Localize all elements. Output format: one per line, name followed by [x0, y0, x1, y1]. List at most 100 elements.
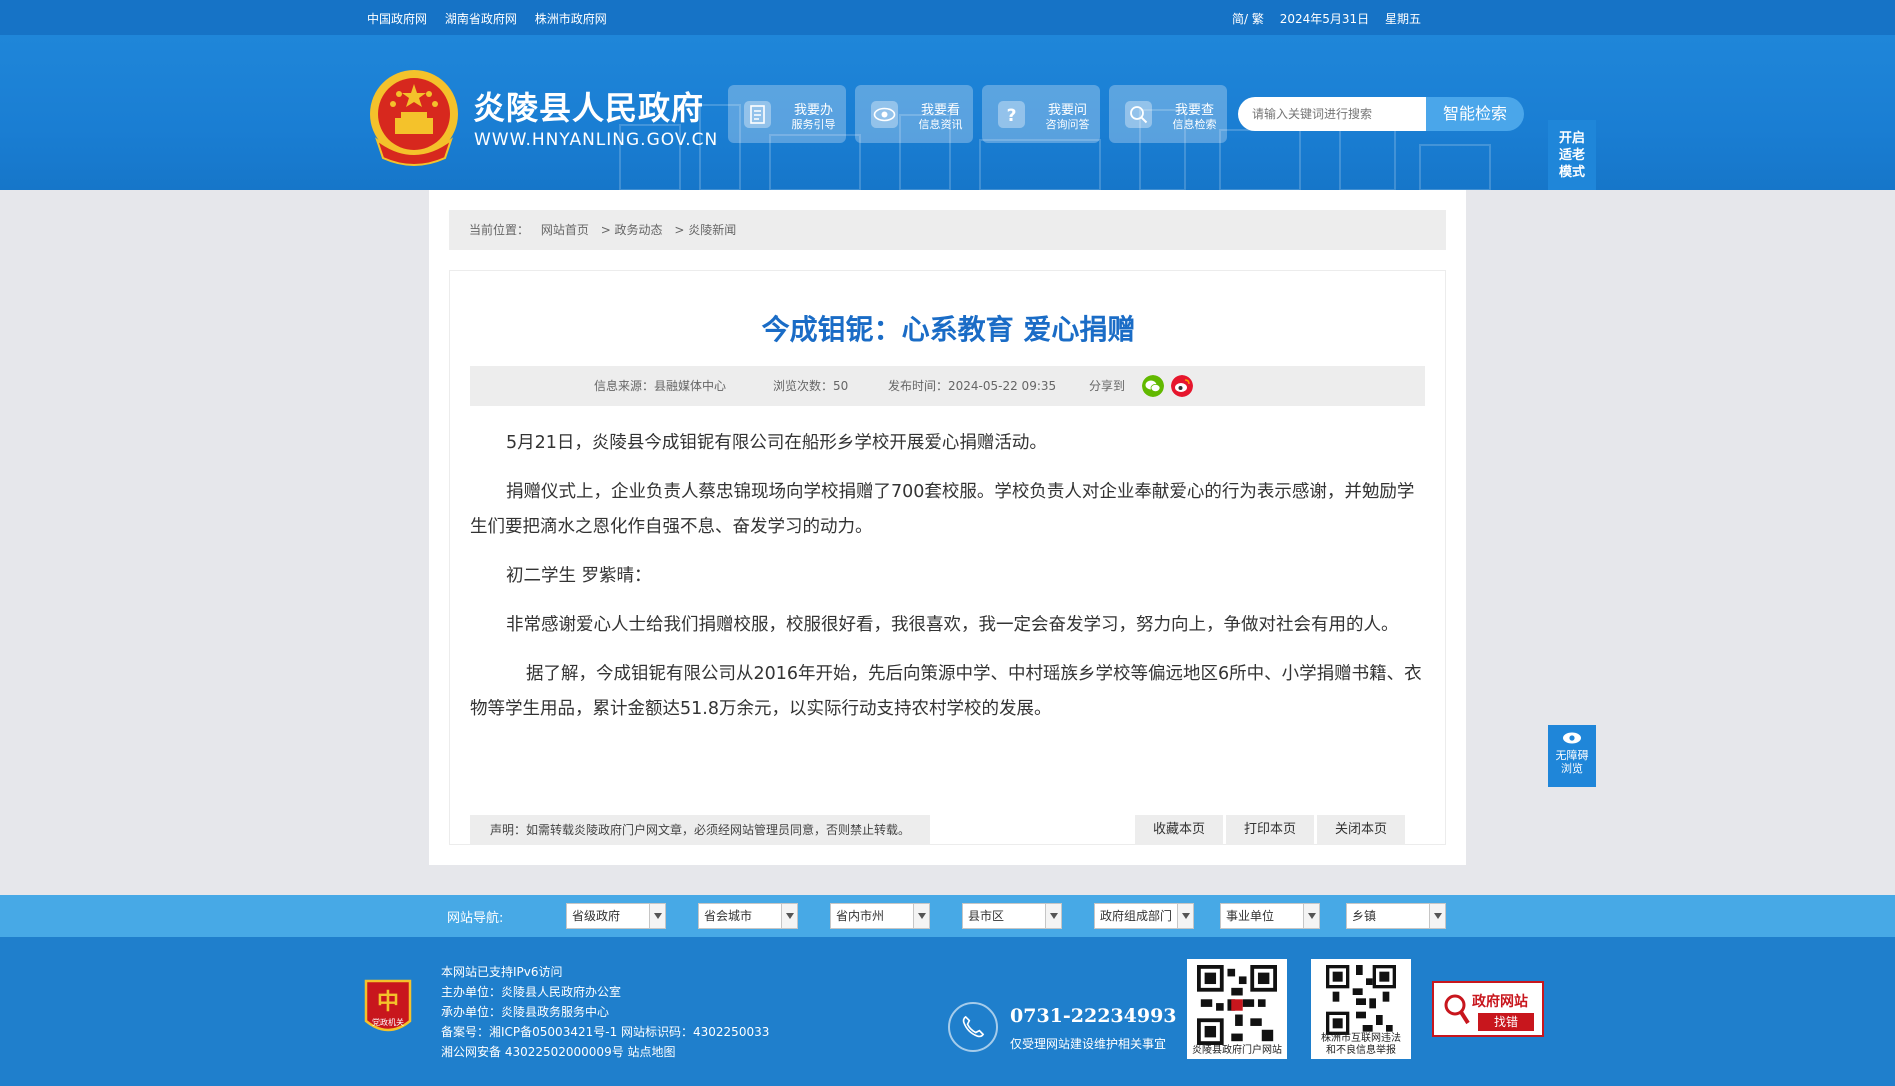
phone-icon [948, 1002, 998, 1052]
footer-info: 本网站已支持IPv6访问 主办单位：炎陵县人民政府办公室 承办单位：炎陵县政务服… [441, 962, 769, 1062]
main-panel: 当前位置： 网站首页 > 政务动态 > 炎陵新闻 今成钼铌：心系教育 爱心捐赠 … [429, 190, 1466, 865]
gov-site-error-report-button[interactable]: 政府网站 找错 [1432, 981, 1544, 1037]
chevron-down-icon [1045, 904, 1061, 928]
article-paragraph: 初二学生 罗紫晴： [506, 566, 652, 586]
site-nav-label: 网站导航: [447, 911, 504, 926]
breadcrumb-label: 当前位置： [469, 223, 530, 237]
accessibility-line: 无障碍 [1555, 749, 1589, 762]
breadcrumb: 当前位置： 网站首页 > 政务动态 > 炎陵新闻 [449, 210, 1446, 250]
select-provincial-gov[interactable]: 省级政府 [566, 903, 666, 929]
elder-mode-line: 模式 [1558, 165, 1585, 180]
chevron-down-icon [649, 904, 665, 928]
wechat-share-icon[interactable] [1142, 375, 1164, 397]
article-published: 发布时间：2024-05-22 09:35 [888, 379, 1057, 393]
contact-phone: 0731-22234993 [1010, 1005, 1177, 1027]
select-value: 省内市州 [836, 909, 885, 923]
search-icon [1125, 101, 1152, 128]
select-public-institutions[interactable]: 事业单位 [1220, 903, 1320, 929]
nav-button-sub: 服务引导 [791, 118, 836, 131]
article: 今成钼铌：心系教育 爱心捐赠 信息来源：县融媒体中心 浏览次数：50 发布时间：… [449, 270, 1446, 845]
footer-police-record[interactable]: 湘公网安备 43022502000009号 站点地图 [441, 1042, 769, 1062]
magnifier-icon [1444, 994, 1470, 1025]
site-footer: 中 党政机关 本网站已支持IPv6访问 主办单位：炎陵县人民政府办公室 承办单位… [0, 937, 1895, 1086]
question-icon: ? [998, 101, 1025, 128]
lang-switch[interactable]: 简/ 繁 [1232, 12, 1264, 26]
site-url: WWW.HNYANLING.GOV.CN [474, 130, 719, 150]
gov-error-sub: 找错 [1478, 1013, 1534, 1031]
article-paragraph: 非常感谢爱心人士给我们捐赠校服，校服很好看，我很喜欢，我一定会奋发学习，努力向上… [506, 615, 1399, 635]
gov-error-title: 政府网站 [1472, 994, 1528, 1010]
footer-ipv6: 本网站已支持IPv6访问 [441, 965, 563, 979]
article-title: 今成钼铌：心系教育 爱心捐赠 [761, 313, 1136, 346]
site-navigation-bar: 网站导航: 省级政府 省会城市 省内市州 县市区 政府组成部门 事业单位 乡镇 [0, 895, 1895, 937]
qr-code-gov-portal: 炎陵县政府门户网站 [1187, 959, 1287, 1059]
search-input[interactable] [1238, 97, 1426, 131]
article-paragraph: 据了解，今成钼铌有限公司从2016年开始，先后向策源中学、中村瑶族乡学校等偏远地… [470, 664, 1422, 719]
article-views: 浏览次数：50 [773, 379, 849, 393]
nav-button-handle[interactable]: 我要办 服务引导 [728, 85, 846, 143]
select-counties[interactable]: 县市区 [962, 903, 1062, 929]
article-meta: 信息来源：县融媒体中心 浏览次数：50 发布时间：2024-05-22 09:3… [470, 366, 1425, 406]
document-icon [744, 101, 771, 128]
select-capital-cities[interactable]: 省会城市 [698, 903, 798, 929]
select-townships[interactable]: 乡镇 [1346, 903, 1446, 929]
svg-text:中: 中 [377, 989, 399, 1015]
nav-button-sub: 信息资讯 [918, 118, 963, 131]
chevron-down-icon [1303, 904, 1319, 928]
current-weekday: 星期五 [1384, 12, 1421, 26]
footer-organizer: 承办单位：炎陵县政务服务中心 [441, 1005, 610, 1019]
article-source: 信息来源：县融媒体中心 [594, 379, 727, 393]
elder-mode-line: 开启 [1558, 131, 1585, 146]
close-page-button[interactable]: 关闭本页 [1317, 815, 1405, 845]
topbar-right: 简/ 繁 2024年5月31日 星期五 [1232, 10, 1433, 27]
reprint-notice: 声明：如需转载炎陵政府门户网文章，必须经网站管理员同意，否则禁止转载。 [470, 815, 930, 845]
nav-button-view[interactable]: 我要看 信息资讯 [855, 85, 973, 143]
chevron-down-icon [1429, 904, 1445, 928]
share-label: 分享到 [1089, 379, 1126, 393]
nav-button-ask[interactable]: ? 我要问 咨询问答 [982, 85, 1100, 143]
breadcrumb-news-section[interactable]: > 政务动态 [601, 223, 663, 237]
national-emblem-icon [370, 70, 458, 166]
link-china-gov[interactable]: 中国政府网 [367, 12, 427, 26]
top-bar: 中国政府网 湖南省政府网 株洲市政府网 简/ 繁 2024年5月31日 星期五 [0, 0, 1895, 35]
chevron-down-icon [781, 904, 797, 928]
elder-mode-button[interactable]: 开启 适老 模式 [1548, 120, 1596, 190]
select-value: 乡镇 [1352, 909, 1377, 923]
accessibility-line: 浏览 [1561, 762, 1583, 775]
chevron-down-icon [1177, 904, 1193, 928]
party-gov-badge-text: 党政机关 [372, 1017, 404, 1027]
smart-search-button[interactable]: 智能检索 [1426, 97, 1524, 131]
current-date: 2024年5月31日 [1279, 12, 1370, 26]
eye-icon [1563, 732, 1581, 744]
article-paragraph: 捐赠仪式上，企业负责人蔡忠锦现场向学校捐赠了700套校服。学校负责人对企业奉献爱… [470, 482, 1415, 537]
qr-code-icon [1326, 965, 1396, 1035]
breadcrumb-yanling-news[interactable]: > 炎陵新闻 [674, 223, 736, 237]
qr-caption-line: 株洲市互联网违法 [1321, 1033, 1401, 1044]
elder-mode-line: 适老 [1558, 148, 1585, 163]
breadcrumb-home[interactable]: 网站首页 [541, 223, 589, 237]
site-title[interactable]: 炎陵县人民政府 [473, 83, 704, 129]
nav-button-search[interactable]: 我要查 信息检索 [1109, 85, 1227, 143]
chevron-down-icon [913, 904, 929, 928]
link-zhuzhou-gov[interactable]: 株洲市政府网 [535, 12, 607, 26]
footer-icp[interactable]: 备案号：湘ICP备05003421号-1 网站标识码：4302250033 [441, 1022, 769, 1042]
accessibility-button[interactable]: 无障碍 浏览 [1548, 725, 1596, 787]
bookmark-page-button[interactable]: 收藏本页 [1135, 815, 1223, 845]
print-page-button[interactable]: 打印本页 [1226, 815, 1314, 845]
select-prefectures[interactable]: 省内市州 [830, 903, 930, 929]
select-value: 省级政府 [572, 909, 621, 923]
party-gov-badge-icon[interactable]: 中 党政机关 [362, 977, 414, 1039]
select-value: 省会城市 [704, 909, 753, 923]
nav-button-sub: 咨询问答 [1045, 118, 1090, 131]
svg-text:?: ? [1007, 106, 1017, 126]
qr-code-report: 株洲市互联网违法 和不良信息举报 [1311, 959, 1411, 1059]
contact-phone-note: 仅受理网站建设维护相关事宜 [1010, 1037, 1167, 1051]
weibo-share-icon[interactable] [1171, 375, 1193, 397]
footer-sponsor: 主办单位：炎陵县人民政府办公室 [441, 985, 622, 999]
qr-caption: 炎陵县政府门户网站 [1192, 1045, 1282, 1056]
article-content: 5月21日，炎陵县今成钼铌有限公司在船形乡学校开展爱心捐赠活动。 捐赠仪式上，企… [470, 426, 1425, 741]
select-gov-departments[interactable]: 政府组成部门 [1094, 903, 1194, 929]
select-value: 事业单位 [1226, 909, 1275, 923]
link-hunan-gov[interactable]: 湖南省政府网 [445, 12, 517, 26]
gov-links: 中国政府网 湖南省政府网 株洲市政府网 [367, 10, 621, 27]
